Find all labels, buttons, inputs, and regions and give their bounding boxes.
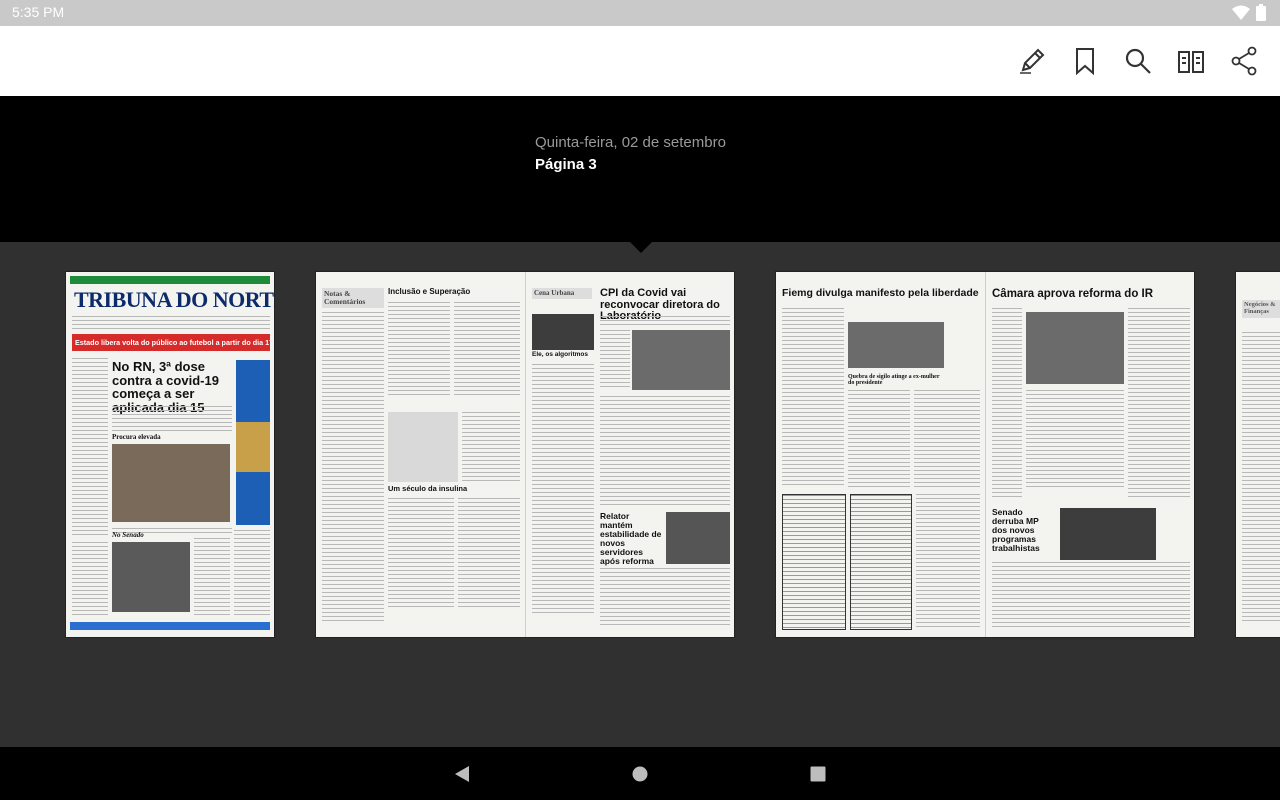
top-strip [70, 276, 270, 284]
issue-date: Quinta-feira, 02 de setembro [535, 134, 726, 151]
page-thumbnail-strip[interactable]: TRIBUNA DO NORTE Estado libera volta do … [0, 242, 1280, 747]
bookmark-button[interactable] [1065, 41, 1105, 81]
front-section: No Senado [112, 531, 144, 539]
page-thumbnail-spread-2[interactable]: Fiemg divulga manifesto pela liberdade Q… [775, 271, 1195, 638]
bookmark-icon [1076, 48, 1094, 76]
current-page-pointer [630, 242, 652, 253]
status-icons [1232, 4, 1266, 21]
spread1-left-headline: Inclusão e Superação [388, 287, 471, 296]
spread1-left-headline2: Um século da insulina [388, 484, 468, 493]
home-button[interactable] [627, 761, 653, 787]
spread2-right-headline: Câmara aprova reforma do IR [992, 288, 1154, 300]
back-icon [455, 766, 469, 782]
search-button[interactable] [1118, 41, 1158, 81]
page-layout-icon [1178, 51, 1204, 73]
issue-header: Quinta-feira, 02 de setembro Página 3 [0, 96, 1280, 242]
back-button[interactable] [449, 761, 475, 787]
spread1-left-section: Notas & Comentários [322, 288, 384, 308]
spread1-right-headline2: Relator mantém estabilidade de novos ser… [600, 511, 662, 566]
front-photo [112, 444, 230, 522]
share-button[interactable] [1224, 41, 1264, 81]
spread2-right-headline2: Senado derruba MP dos novos programas tr… [992, 507, 1040, 553]
recents-icon [810, 766, 826, 782]
spread2-left-headline: Fiemg divulga manifesto pela liberdade [782, 288, 979, 299]
page-layout-button[interactable] [1171, 41, 1211, 81]
spread1-right-kicker: Cena Urbana [532, 288, 592, 300]
spread2-left-sub: Quebra de sigilo atinge a ex-mulher do p… [848, 374, 940, 387]
current-page-label: Página 3 [535, 156, 597, 173]
spread1-right-sub: Ele, os algoritmos [532, 351, 588, 358]
front-banner: Estado libera volta do público ao futebo… [72, 334, 270, 351]
status-bar: 5:35 PM [0, 0, 1280, 26]
status-time: 5:35 PM [12, 4, 65, 20]
page-thumbnail-spread-1[interactable]: Notas & Comentários Inclusão e Superação… [315, 271, 735, 638]
annotate-button[interactable] [1012, 41, 1052, 81]
battery-icon [1256, 4, 1266, 21]
page-thumbnail-next[interactable]: Negócios & Finanças [1235, 271, 1280, 638]
pencil-icon [1020, 48, 1045, 74]
toolbar [0, 26, 1280, 96]
search-icon [1125, 48, 1151, 74]
page-thumbnail-front[interactable]: TRIBUNA DO NORTE Estado libera volta do … [65, 271, 275, 638]
partial-section: Negócios & Finanças [1242, 300, 1280, 318]
wifi-icon [1232, 5, 1250, 20]
system-nav-bar [0, 747, 1280, 800]
home-icon [632, 766, 648, 782]
share-icon [1231, 46, 1257, 76]
masthead: TRIBUNA DO NORTE [74, 287, 275, 312]
recents-button[interactable] [805, 761, 831, 787]
front-subhead: Procura elevada [112, 433, 161, 441]
